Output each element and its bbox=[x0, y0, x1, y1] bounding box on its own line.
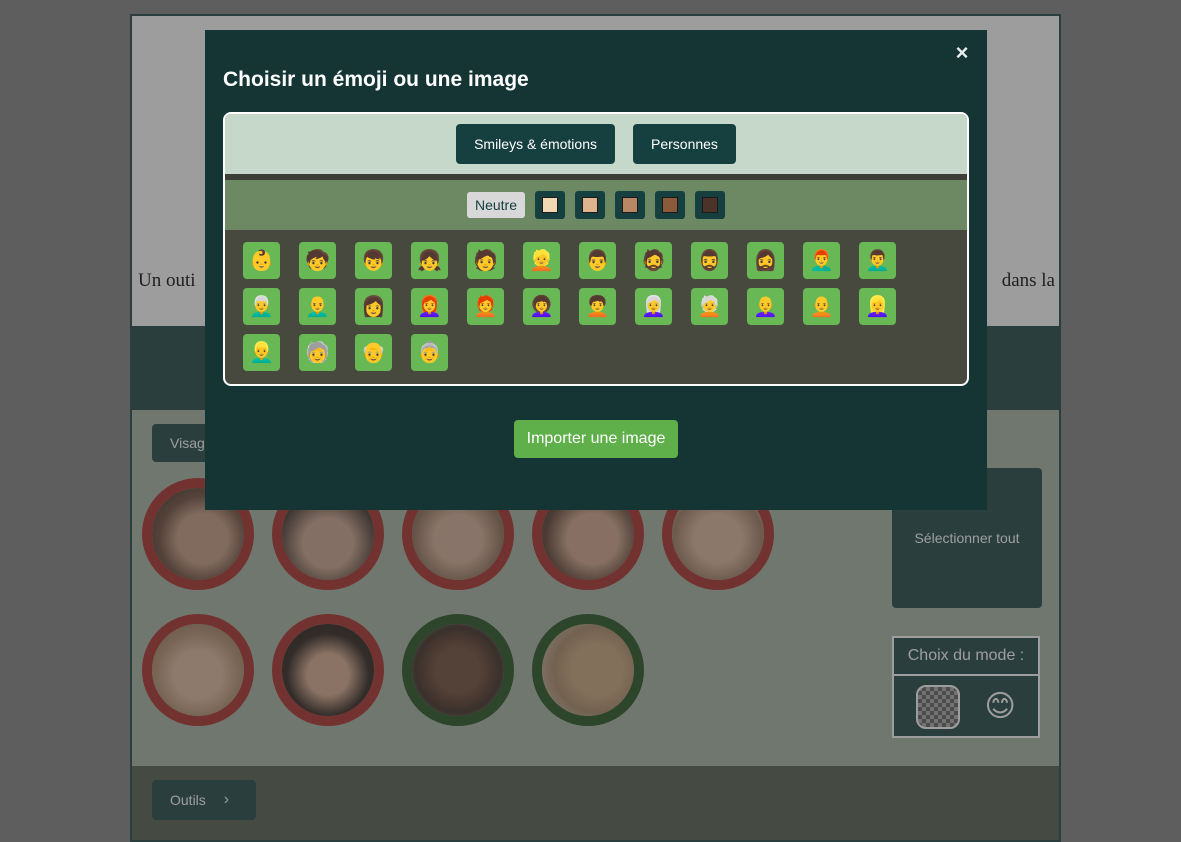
emoji-button[interactable]: 👩‍🦳 bbox=[635, 288, 672, 325]
emoji-button[interactable]: 🧑‍🦱 bbox=[579, 288, 616, 325]
emoji-picker: Smileys & émotions Personnes Neutre 👶 🧒 👦 👧… bbox=[223, 112, 969, 386]
emoji-button[interactable]: 👨‍🦱 bbox=[859, 242, 896, 279]
skin-tone-bar: Neutre bbox=[225, 180, 967, 230]
emoji-button[interactable]: 👨‍🦲 bbox=[299, 288, 336, 325]
emoji-button[interactable]: 🧔‍♀️ bbox=[747, 242, 784, 279]
emoji-button[interactable]: 👧 bbox=[411, 242, 448, 279]
emoji-picker-modal: × Choisir un émoji ou une image Smileys … bbox=[205, 30, 987, 510]
emoji-button[interactable]: 👩 bbox=[355, 288, 392, 325]
emoji-button[interactable]: 👦 bbox=[355, 242, 392, 279]
tone-neutral-button[interactable]: Neutre bbox=[466, 192, 526, 218]
emoji-grid: 👶 🧒 👦 👧 🧑 👱 👨 🧔 🧔‍♂️ 🧔‍♀️ 👨‍🦰 👨‍🦱 👨‍🦳 👨‍🦲 👩 👩‍🦰 🧑‍🦰 👩‍🦱 🧑‍… bbox=[225, 230, 967, 371]
tone-swatch-color bbox=[622, 197, 639, 213]
emoji-button[interactable]: 🧔‍♂️ bbox=[691, 242, 728, 279]
emoji-button[interactable]: 🧑‍🦰 bbox=[467, 288, 504, 325]
emoji-button[interactable]: 🧒 bbox=[299, 242, 336, 279]
emoji-button[interactable]: 🧔 bbox=[635, 242, 672, 279]
emoji-button[interactable]: 🧑‍🦳 bbox=[691, 288, 728, 325]
emoji-button[interactable]: 👱‍♂️ bbox=[243, 334, 280, 371]
category-bar: Smileys & émotions Personnes bbox=[225, 114, 967, 180]
emoji-button[interactable]: 🧑‍🦲 bbox=[803, 288, 840, 325]
tone-swatch-color bbox=[542, 197, 559, 213]
tone-swatch-color bbox=[662, 197, 679, 213]
emoji-button[interactable]: 👩‍🦲 bbox=[747, 288, 784, 325]
close-icon[interactable]: × bbox=[951, 42, 973, 64]
tone-swatch-button[interactable] bbox=[535, 191, 566, 219]
modal-title: Choisir un émoji ou une image bbox=[223, 68, 529, 91]
emoji-button[interactable]: 👨‍🦰 bbox=[803, 242, 840, 279]
import-image-button[interactable]: Importer une image bbox=[514, 420, 678, 458]
emoji-button[interactable]: 👴 bbox=[355, 334, 392, 371]
emoji-button[interactable]: 👱‍♀️ bbox=[859, 288, 896, 325]
tone-swatch-color bbox=[702, 197, 719, 213]
emoji-button[interactable]: 👱 bbox=[523, 242, 560, 279]
tone-swatch-button[interactable] bbox=[575, 191, 606, 219]
emoji-button[interactable]: 👶 bbox=[243, 242, 280, 279]
category-tab-smileys[interactable]: Smileys & émotions bbox=[456, 124, 615, 164]
emoji-button[interactable]: 👨‍🦳 bbox=[243, 288, 280, 325]
emoji-button[interactable]: 🧑 bbox=[467, 242, 504, 279]
emoji-button[interactable]: 👨 bbox=[579, 242, 616, 279]
emoji-button[interactable]: 👩‍🦱 bbox=[523, 288, 560, 325]
emoji-button[interactable]: 🧓 bbox=[299, 334, 336, 371]
category-tab-people[interactable]: Personnes bbox=[633, 124, 736, 164]
emoji-button[interactable]: 👩‍🦰 bbox=[411, 288, 448, 325]
emoji-button[interactable]: 👵 bbox=[411, 334, 448, 371]
tone-swatch-button[interactable] bbox=[615, 191, 646, 219]
tone-swatch-button[interactable] bbox=[695, 191, 726, 219]
tone-swatch-color bbox=[582, 197, 599, 213]
tone-swatch-button[interactable] bbox=[655, 191, 686, 219]
